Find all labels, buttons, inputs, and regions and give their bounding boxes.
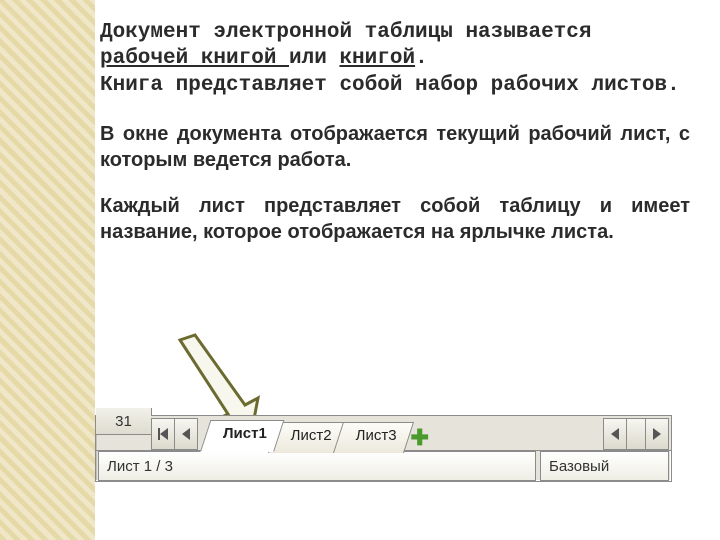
row-number-label: 31 [115, 413, 132, 430]
text: Документ электронной таблицы называется [100, 21, 591, 44]
sheet-tab-3[interactable]: Лист3 [333, 422, 414, 453]
status-style: Базовый [540, 451, 669, 481]
plus-icon: ✚ [410, 425, 428, 451]
paragraph-1: Документ электронной таблицы называется … [100, 20, 690, 99]
nav-last-button[interactable] [646, 418, 669, 450]
text: или [289, 47, 339, 70]
row-number-header[interactable]: 31 [96, 408, 152, 435]
status-text: Базовый [549, 458, 609, 475]
paragraph-3: Каждый лист представляет собой таблицу и… [100, 193, 690, 245]
status-sheet-count: Лист 1 / 3 [98, 451, 536, 481]
nav-prev-button[interactable] [175, 418, 198, 450]
sheet-tab-label: Лист1 [223, 425, 267, 442]
scroll-track[interactable] [627, 418, 646, 450]
paragraph-2: В окне документа отображается текущий ра… [100, 121, 690, 173]
decorative-sidebar-pattern [0, 0, 95, 540]
sheet-tab-label: Лист2 [290, 427, 331, 444]
text: Книга представляет собой набор рабочих л… [100, 74, 680, 97]
nav-first-button[interactable] [151, 418, 175, 450]
sheet-tab-label: Лист3 [355, 427, 396, 444]
sheet-tab-1[interactable]: Лист1 [200, 420, 284, 452]
status-text: Лист 1 / 3 [107, 458, 173, 475]
status-bar: Лист 1 / 3 Базовый [96, 451, 671, 481]
slide-text-content: Документ электронной таблицы называется … [100, 20, 690, 245]
underlined-term-2: книгой [339, 47, 415, 70]
tab-row: 31 Лист1 Лист2 Лист3 ✚ [96, 416, 671, 451]
underlined-term-1: рабочей книгой [100, 47, 289, 70]
spreadsheet-tab-bar: 31 Лист1 Лист2 Лист3 ✚ Лист 1 / 3 Базовы… [95, 415, 672, 482]
sheet-tabs-area: Лист1 Лист2 Лист3 ✚ [151, 416, 671, 450]
nav-next-button[interactable] [603, 418, 627, 450]
text: . [415, 47, 428, 70]
